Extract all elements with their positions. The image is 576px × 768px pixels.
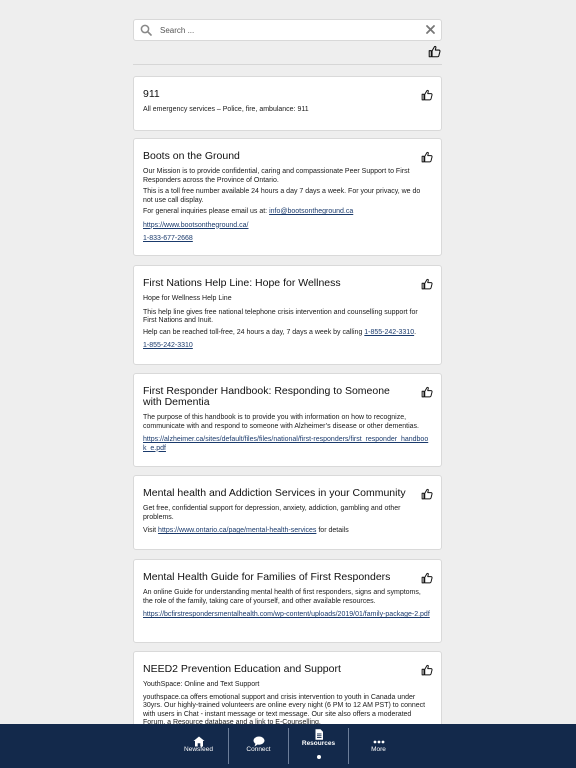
card-title: NEED2 Prevention Education and Support [143,663,341,675]
document-icon [315,729,323,740]
resource-card[interactable]: 911 All emergency services – Police, fir… [133,76,442,131]
tab-label: Resources [301,740,336,747]
thumbs-up-icon[interactable] [421,89,433,101]
thumbs-up-icon[interactable] [421,572,433,584]
card-text: The purpose of this handbook is to provi… [143,414,419,430]
tab-more[interactable]: More [349,724,408,768]
tab-label: Newsfeed [184,746,213,753]
card-title: 911 [143,88,160,100]
resources-screen: 911 All emergency services – Police, fir… [0,0,576,768]
handbook-link[interactable]: https://alzheimer.ca/sites/default/files… [143,436,431,453]
card-text: For general inquiries please email us at… [143,208,431,217]
card-text: youthspace.ca offers emotional support a… [143,693,426,727]
phone-link[interactable]: 1-855-242-3310 [143,342,431,351]
card-text: This help line gives free national telep… [143,308,418,325]
card-text: All emergency services – Police, fire, a… [143,106,309,113]
divider [133,64,442,65]
card-text: Our Mission is to provide confidential, … [143,168,410,184]
resource-card[interactable]: Boots on the Ground Our Mission is to pr… [133,138,442,256]
card-subtitle: Hope for Wellness Help Line [143,295,232,302]
resource-card[interactable]: Mental health and Addiction Services in … [133,475,442,550]
thumbs-up-icon[interactable] [421,151,433,163]
tab-resources[interactable]: Resources [289,724,348,768]
card-text: This is a toll free number available 24 … [143,188,421,204]
search-icon [140,24,152,36]
thumbs-up-icon[interactable] [421,488,433,500]
card-text: Get free, confidential support for depre… [143,505,401,521]
website-link[interactable]: https://www.bootsontheground.ca/ [143,222,431,231]
card-title: First Responder Handbook: Responding to … [143,385,390,408]
card-title: Boots on the Ground [143,150,240,162]
email-prefix: For general inquiries please email us at… [143,208,270,215]
thumbs-up-filter-icon[interactable] [428,45,441,58]
email-link[interactable]: info@bootsontheground.ca [269,208,353,215]
tab-newsfeed[interactable]: Newsfeed [169,724,228,768]
phone-link[interactable]: 1-833-677-2668 [143,235,431,244]
thumbs-up-icon[interactable] [421,386,433,398]
guide-link[interactable]: https://bcfirstrespondersmentalhealth.co… [143,611,431,620]
close-icon[interactable] [425,24,436,35]
resource-card[interactable]: Mental Health Guide for Families of Firs… [133,559,442,643]
card-title: First Nations Help Line: Hope for Wellne… [143,277,341,289]
search-input[interactable] [160,22,420,38]
visit-suffix: for details [316,527,349,534]
visit-prefix: Visit [143,527,159,534]
card-text: Help can be reached toll-free, 24 hours … [143,329,431,338]
thumbs-up-icon[interactable] [421,664,433,676]
call-suffix: . [414,328,417,336]
bottom-navigation: Newsfeed Connect Resources More [0,724,576,768]
card-title: Mental Health Guide for Families of Firs… [143,571,391,583]
card-text: Visit https://www.ontario.ca/page/mental… [143,527,431,536]
thumbs-up-icon[interactable] [421,278,433,290]
tab-label: Connect [246,746,271,753]
search-bar[interactable] [133,19,442,41]
card-text: An online Guide for understanding mental… [143,589,421,605]
call-prefix: Help can be reached toll-free, 24 hours … [143,328,365,336]
resource-card[interactable]: First Nations Help Line: Hope for Wellne… [133,265,442,365]
phone-link[interactable]: 1-855-242-3310 [364,329,414,336]
active-indicator [316,755,321,759]
card-subtitle: YouthSpace: Online and Text Support [143,681,260,688]
tab-label: More [371,746,386,753]
tab-connect[interactable]: Connect [229,724,288,768]
services-link[interactable]: https://www.ontario.ca/page/mental-healt… [158,527,316,534]
card-title: Mental health and Addiction Services in … [143,487,406,499]
resource-card[interactable]: First Responder Handbook: Responding to … [133,373,442,467]
